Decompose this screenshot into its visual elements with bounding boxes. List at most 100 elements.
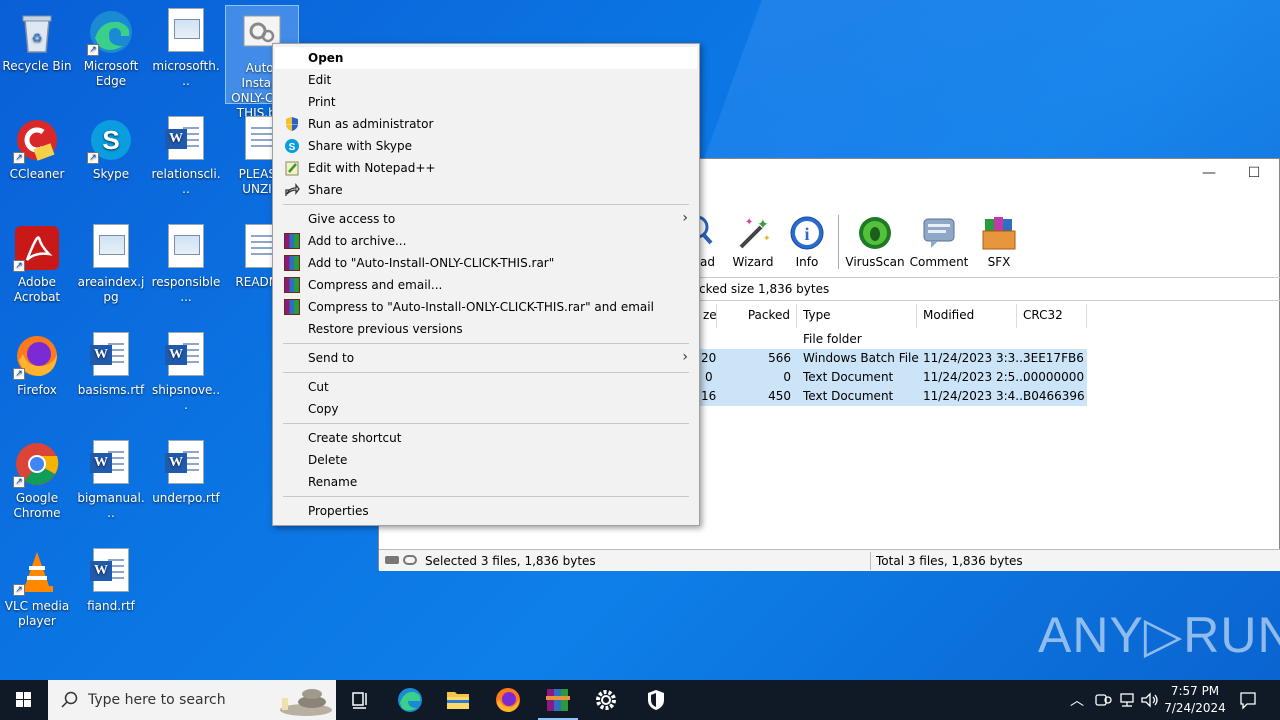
table-row[interactable]: File folder [697,330,1087,349]
shortcut-arrow-icon: ↗ [87,152,99,164]
chrome-icon: ↗ [13,440,61,488]
toolbar-button-virusscan[interactable]: VirusScan [845,215,905,269]
menu-item-label: Print [308,95,336,109]
start-button[interactable] [0,680,48,720]
menu-item-restore-previous-versions[interactable]: Restore previous versions [275,318,697,340]
maximize-button[interactable]: ☐ [1239,165,1269,185]
cell-packed: 566 [768,351,791,365]
shortcut-arrow-icon: ↗ [13,584,25,596]
uac-shield-icon [284,116,300,132]
menu-item-properties[interactable]: Properties [275,500,697,522]
menu-separator [283,204,689,205]
word-document-icon: W [162,440,210,488]
status-divider [870,552,871,570]
column-header-size[interactable]: ze [697,304,717,328]
toolbar-label: Wizard [732,255,774,269]
desktop-icon-skype[interactable]: S ↗ Skype [74,112,148,182]
menu-item-delete[interactable]: Delete [275,449,697,471]
taskbar-file-explorer[interactable] [434,680,482,720]
table-row[interactable]: 20 566 Windows Batch File 11/24/2023 3:3… [697,349,1087,368]
menu-item-compress-and-email[interactable]: Compress and email... [275,274,697,296]
task-view-button[interactable] [336,680,384,720]
desktop-icon-google-chrome[interactable]: ↗ Google Chrome [0,436,74,521]
desktop-icon-fiand[interactable]: W fiand.rtf [74,544,148,614]
taskbar-settings[interactable] [582,680,630,720]
desktop-icon-relationscli[interactable]: W relationscli... [149,112,223,197]
menu-item-label: Edit with Notepad++ [308,161,436,175]
desktop-icon-vlc[interactable]: ↗ VLC media player [0,544,74,629]
toolbar-button-wizard[interactable]: ✦ ✦ ✦ Wizard [723,215,783,269]
column-header-type[interactable]: Type [797,304,917,328]
menu-item-share[interactable]: Share [275,179,697,201]
taskbar-firefox[interactable] [484,680,532,720]
menu-item-print[interactable]: Print [275,91,697,113]
toolbar-label: VirusScan [845,255,905,269]
taskbar-search-box[interactable]: Type here to search [48,680,336,720]
toolbar-label: ad [700,255,715,269]
winrar-icon [546,689,570,711]
column-header-label: ze [703,308,717,322]
context-menu[interactable]: Open Edit Print Run as administrator S S… [272,43,700,526]
column-header-crc32[interactable]: CRC32 [1017,304,1087,328]
desktop-icon-responsible[interactable]: responsible... [149,220,223,305]
toolbar-button-comment[interactable]: Comment [909,215,969,269]
column-header-modified[interactable]: Modified [917,304,1017,328]
menu-item-run-as-administrator[interactable]: Run as administrator [275,113,697,135]
clock-time: 7:57 PM [1170,684,1220,698]
menu-item-add-to-archive[interactable]: Add to archive... [275,230,697,252]
volume-icon[interactable] [1140,691,1160,709]
winrar-icon [284,255,300,271]
desktop-icon-microsoft-edge[interactable]: ↗ Microsoft Edge [74,4,148,89]
menu-item-give-access-to[interactable]: Give access to › [275,208,697,230]
desktop-icon-recycle-bin[interactable]: ♻ Recycle Bin [0,4,74,74]
menu-item-edit[interactable]: Edit [275,69,697,91]
image-file-icon [162,8,210,56]
menu-item-label: Copy [308,402,339,416]
notepadpp-icon [284,160,300,176]
desktop-icon-areaindex[interactable]: areaindex.jpg [74,220,148,305]
table-row[interactable]: 0 0 Text Document 11/24/2023 2:5... 0000… [697,368,1087,387]
notification-center-icon[interactable] [1238,690,1258,710]
menu-item-send-to[interactable]: Send to › [275,347,697,369]
desktop-icon-microsofth[interactable]: microsofth... [149,4,223,89]
cell-crc: B0466396 [1023,389,1085,403]
desktop-icon-shipsnove[interactable]: W shipsnove... [149,328,223,413]
column-header-packed[interactable]: Packed [717,304,797,328]
desktop-icon-label: Google Chrome [13,491,61,520]
menu-item-cut[interactable]: Cut [275,376,697,398]
menu-separator [283,496,689,497]
column-header-label: Packed [747,308,790,322]
taskbar-edge[interactable] [386,680,434,720]
desktop-icon-firefox[interactable]: ↗ Firefox [0,328,74,398]
menu-item-edit-with-notepadpp[interactable]: Edit with Notepad++ [275,157,697,179]
windows-logo-icon [16,692,31,707]
menu-item-add-to-rar[interactable]: Add to "Auto-Install-ONLY-CLICK-THIS.rar… [275,252,697,274]
menu-item-copy[interactable]: Copy [275,398,697,420]
desktop-icon-adobe-acrobat[interactable]: ↗ Adobe Acrobat [0,220,74,305]
toolbar-separator [838,215,839,269]
desktop-icon-bigmanual[interactable]: W bigmanual... [74,436,148,521]
menu-item-create-shortcut[interactable]: Create shortcut [275,427,697,449]
desktop-icon-ccleaner[interactable]: ↗ CCleaner [0,112,74,182]
menu-item-compress-to-rar-and-email[interactable]: Compress to "Auto-Install-ONLY-CLICK-THI… [275,296,697,318]
menu-item-rename[interactable]: Rename [275,471,697,493]
shortcut-arrow-icon: ↗ [13,152,25,164]
toolbar-button-info[interactable]: i Info [777,215,837,269]
desktop-icon-underpo[interactable]: W underpo.rtf [149,436,223,506]
network-icon[interactable] [1118,691,1136,709]
chevron-up-icon[interactable]: ︿ [1070,690,1084,710]
taskbar-clock[interactable]: 7:57 PM 7/24/2024 [1162,683,1228,717]
desktop-icon-basisms[interactable]: W basisms.rtf [74,328,148,398]
meet-now-icon[interactable] [1094,691,1112,709]
taskbar-winrar[interactable] [534,680,582,720]
toolbar-label: SFX [987,255,1011,269]
anyrun-watermark: ANY▷RUN [1038,607,1280,663]
firefox-icon [496,688,520,712]
taskbar-security[interactable] [632,680,680,720]
table-row[interactable]: 16 450 Text Document 11/24/2023 3:4... B… [697,387,1087,406]
shortcut-arrow-icon: ↗ [13,260,25,272]
minimize-button[interactable]: — [1194,165,1224,185]
menu-item-share-with-skype[interactable]: S Share with Skype [275,135,697,157]
toolbar-button-sfx[interactable]: SFX [969,215,1029,269]
menu-item-open[interactable]: Open [275,47,697,69]
